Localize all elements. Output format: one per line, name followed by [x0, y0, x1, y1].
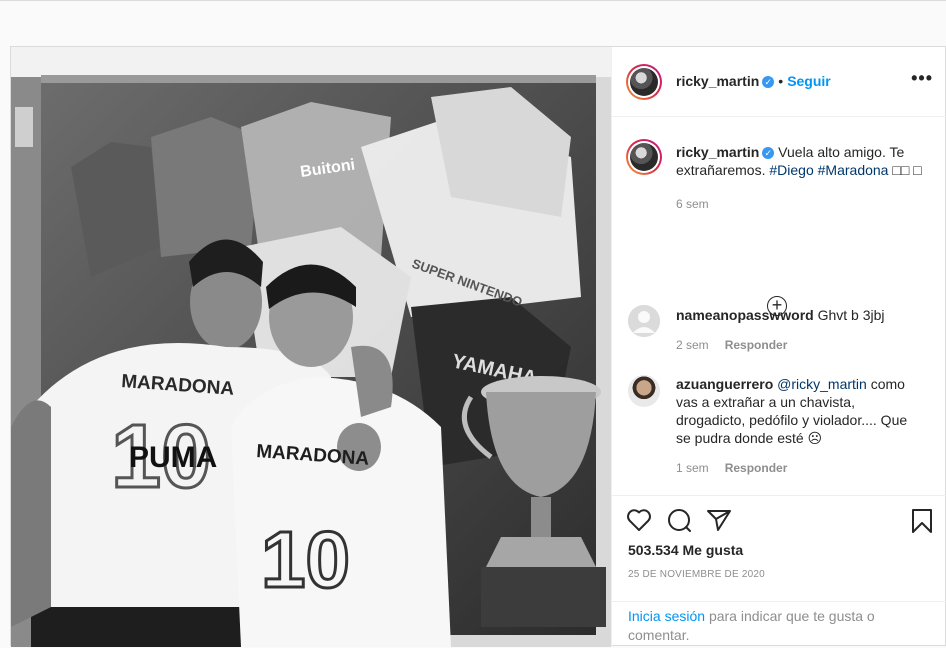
- caption-trailing-glyphs: □□ □: [892, 162, 922, 178]
- comment-item: azuanguerrero @ricky_martin como vas a e…: [676, 375, 916, 475]
- post-header: ricky_martin ✓ • Seguir •••: [612, 47, 946, 117]
- comment-username[interactable]: nameanopasswword: [676, 307, 814, 323]
- like-heart-icon[interactable]: [626, 508, 652, 532]
- comment-bubble-icon[interactable]: [667, 508, 693, 534]
- default-user-icon: [628, 305, 660, 337]
- author-avatar[interactable]: [626, 64, 662, 100]
- caption-avatar[interactable]: [626, 139, 662, 175]
- comment-meta: 1 sem Responder: [676, 461, 916, 475]
- more-options-icon[interactable]: •••: [911, 69, 933, 87]
- post-date[interactable]: 25 DE NOVIEMBRE DE 2020: [628, 569, 765, 580]
- follow-button[interactable]: Seguir: [787, 73, 831, 89]
- save-bookmark-icon[interactable]: [911, 508, 933, 534]
- reply-button[interactable]: Responder: [725, 461, 788, 475]
- hashtag-maradona[interactable]: #Maradona: [818, 162, 889, 178]
- comment-time[interactable]: 2 sem: [676, 338, 709, 352]
- top-divider: [0, 0, 946, 1]
- comment-text: Ghvt b 3jbj: [817, 307, 885, 323]
- shirt-number-right: 10: [261, 515, 350, 604]
- hashtag-diego[interactable]: #Diego: [769, 162, 813, 178]
- separator-dot: •: [778, 73, 784, 89]
- comment-avatar[interactable]: [628, 305, 660, 337]
- instagram-post: Buitoni SUPER NINTENDO YAMAHA MARADONA 1…: [10, 46, 946, 647]
- post-photo[interactable]: Buitoni SUPER NINTENDO YAMAHA MARADONA 1…: [11, 47, 611, 647]
- share-paper-plane-icon[interactable]: [706, 508, 732, 532]
- login-prompt: Inicia sesión para indicar que te gusta …: [612, 601, 946, 648]
- comment-mention[interactable]: @ricky_martin: [777, 376, 867, 392]
- caption-text: ricky_martin ✓ Vuela alto amigo. Te extra…: [676, 143, 932, 179]
- caption-username[interactable]: ricky_martin: [676, 144, 759, 160]
- caption-time[interactable]: 6 sem: [676, 197, 932, 211]
- shirt-brand-text: PUMA: [129, 441, 217, 474]
- photo-illustration: Buitoni SUPER NINTENDO YAMAHA MARADONA 1…: [11, 47, 611, 647]
- verified-badge-icon: ✓: [762, 147, 775, 159]
- header-user-line: ricky_martin ✓ • Seguir: [676, 73, 831, 91]
- comment-meta: 2 sem Responder: [676, 338, 932, 352]
- post-actions: 503.534 Me gusta 25 DE NOVIEMBRE DE 2020…: [612, 495, 946, 647]
- caption: ricky_martin ✓ Vuela alto amigo. Te extra…: [676, 143, 932, 211]
- post-side-panel: ricky_martin ✓ • Seguir ••• ricky_martin ✓ V…: [611, 47, 946, 647]
- reply-button[interactable]: Responder: [725, 338, 788, 352]
- comment-time[interactable]: 1 sem: [676, 461, 709, 475]
- header-username[interactable]: ricky_martin: [676, 73, 759, 89]
- likes-count[interactable]: 503.534 Me gusta: [628, 542, 743, 558]
- login-link[interactable]: Inicia sesión: [628, 608, 705, 624]
- verified-badge-icon: ✓: [762, 76, 775, 88]
- comment-avatar[interactable]: [628, 375, 660, 407]
- comment-item: nameanopasswword Ghvt b 3jbj 2 sem Respon…: [676, 306, 932, 352]
- comment-username[interactable]: azuanguerrero: [676, 376, 773, 392]
